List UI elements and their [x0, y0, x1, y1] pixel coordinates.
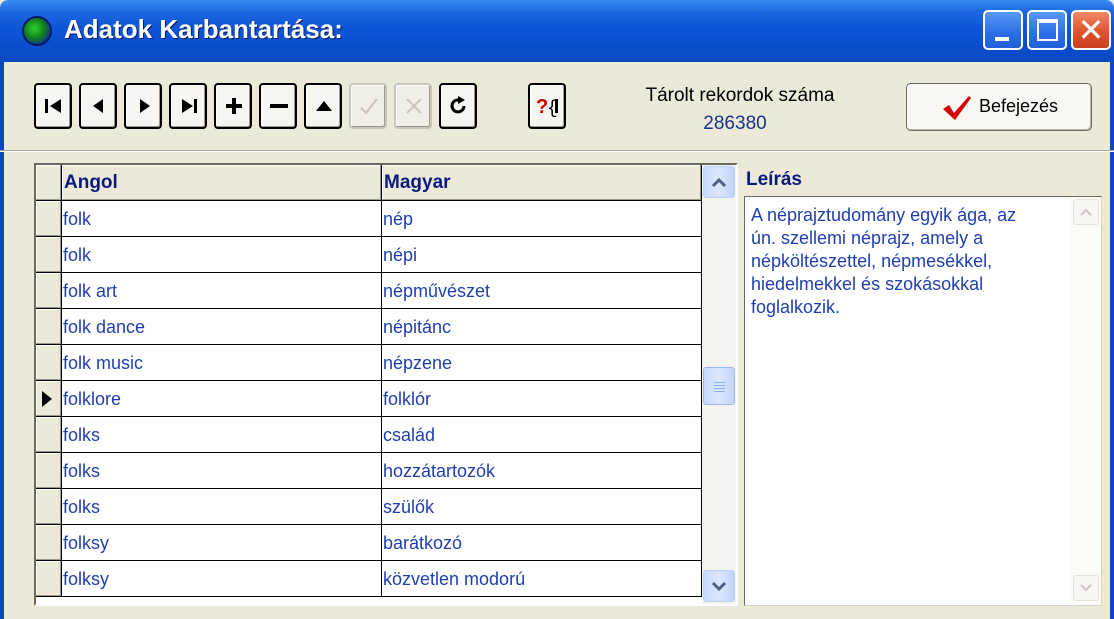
x-icon: [406, 98, 422, 114]
finish-button-label: Befejezés: [979, 96, 1059, 116]
chevron-down-icon: [1080, 584, 1092, 592]
cell-angol[interactable]: folks: [62, 453, 382, 489]
description-scroll-up-button[interactable]: [1073, 199, 1099, 225]
row-indicator[interactable]: [36, 309, 62, 345]
cell-magyar[interactable]: népzene: [382, 345, 702, 381]
toolbar-separator: [0, 150, 1114, 152]
delete-record-button[interactable]: [259, 83, 297, 129]
description-memo[interactable]: A néprajztudomány egyik ága, az ún. szel…: [744, 196, 1102, 606]
plus-icon: [226, 98, 242, 114]
row-indicator[interactable]: [36, 453, 62, 489]
main-window: Adatok Karbantartása: ✕ ?{ Tárolt rekord…: [0, 0, 1114, 619]
row-indicator[interactable]: [36, 489, 62, 525]
grip-line: [714, 391, 725, 392]
row-indicator[interactable]: [36, 417, 62, 453]
cell-magyar[interactable]: népitánc: [382, 309, 702, 345]
chevron-down-icon: [711, 581, 727, 592]
cell-magyar[interactable]: közvetlen modorú: [382, 561, 702, 597]
records-count-label: Tárolt rekordok száma: [645, 85, 835, 106]
grip-line: [714, 382, 725, 383]
close-button[interactable]: ✕: [1071, 10, 1111, 50]
description-scrollbar[interactable]: [1071, 197, 1101, 605]
cell-magyar[interactable]: népművészet: [382, 273, 702, 309]
current-row-pointer-icon: [42, 391, 52, 407]
cell-angol[interactable]: folklore: [62, 381, 382, 417]
app-globe-icon: [22, 16, 52, 46]
triangle-left-icon: [93, 99, 103, 113]
maximize-button[interactable]: [1027, 10, 1067, 50]
search-help-button[interactable]: ?{: [528, 83, 566, 129]
data-grid[interactable]: Angol Magyar folk nép folk népi folk art népm…: [34, 163, 738, 606]
cell-angol[interactable]: folksy: [62, 525, 382, 561]
column-header-magyar[interactable]: Magyar: [382, 165, 702, 201]
grip-line: [714, 385, 725, 386]
triangle-right-icon: [140, 99, 150, 113]
title-bar[interactable]: Adatok Karbantartása: ✕: [0, 0, 1114, 62]
cell-angol[interactable]: folks: [62, 489, 382, 525]
description-scroll-down-button[interactable]: [1073, 575, 1099, 601]
row-indicator[interactable]: [36, 525, 62, 561]
cell-angol[interactable]: folk music: [62, 345, 382, 381]
cell-magyar[interactable]: hozzátartozók: [382, 453, 702, 489]
minimize-icon: [995, 37, 1009, 41]
help-brace-icon: ?{: [536, 96, 558, 117]
checkmark-icon: [943, 96, 971, 120]
cell-magyar[interactable]: család: [382, 417, 702, 453]
finish-button[interactable]: Befejezés: [906, 83, 1092, 131]
last-record-button[interactable]: [169, 83, 207, 129]
scroll-down-button[interactable]: [703, 570, 735, 602]
cell-magyar[interactable]: népi: [382, 237, 702, 273]
cell-angol[interactable]: folksy: [62, 561, 382, 597]
row-indicator[interactable]: [36, 237, 62, 273]
minimize-button[interactable]: [983, 10, 1023, 50]
description-text[interactable]: A néprajztudomány egyik ága, az ún. szel…: [751, 204, 1069, 319]
cell-angol[interactable]: folk: [62, 237, 382, 273]
grip-line: [714, 388, 725, 389]
insert-record-button[interactable]: [214, 83, 252, 129]
edit-record-button[interactable]: [304, 83, 342, 129]
row-indicator[interactable]: [36, 381, 62, 417]
grid-vertical-scrollbar[interactable]: [702, 165, 736, 604]
triangle-up-icon: [316, 101, 332, 111]
refresh-button[interactable]: [439, 83, 477, 129]
window-frame-right: [1110, 62, 1114, 619]
refresh-icon: [450, 96, 466, 114]
minus-icon: [270, 104, 288, 108]
window-frame-left: [0, 62, 4, 619]
cell-angol[interactable]: folk: [62, 201, 382, 237]
description-label: Leírás: [746, 169, 802, 190]
scroll-thumb[interactable]: [703, 367, 735, 405]
cell-magyar[interactable]: szülők: [382, 489, 702, 525]
row-indicator[interactable]: [36, 345, 62, 381]
column-header-angol[interactable]: Angol: [62, 165, 382, 201]
first-record-button[interactable]: [34, 83, 72, 129]
check-icon: [360, 98, 378, 115]
chevron-up-icon: [711, 177, 727, 188]
cell-angol[interactable]: folks: [62, 417, 382, 453]
cell-magyar[interactable]: nép: [382, 201, 702, 237]
row-indicator[interactable]: [36, 561, 62, 597]
cell-angol[interactable]: folk art: [62, 273, 382, 309]
cell-magyar[interactable]: folklór: [382, 381, 702, 417]
chevron-up-icon: [1080, 208, 1092, 216]
row-indicator[interactable]: [36, 273, 62, 309]
records-count-value: 286380: [703, 113, 767, 134]
prior-record-button[interactable]: [79, 83, 117, 129]
skip-first-icon: [45, 99, 61, 113]
close-icon: ✕: [1077, 11, 1105, 49]
window-title: Adatok Karbantartása:: [64, 14, 343, 44]
next-record-button[interactable]: [124, 83, 162, 129]
row-indicator[interactable]: [36, 201, 62, 237]
cancel-record-button: [394, 83, 432, 129]
cell-angol[interactable]: folk dance: [62, 309, 382, 345]
skip-last-icon: [182, 99, 197, 113]
scroll-up-button[interactable]: [703, 166, 735, 198]
grid-corner: [36, 165, 62, 201]
maximize-icon: [1037, 19, 1058, 41]
post-record-button: [349, 83, 387, 129]
cell-magyar[interactable]: barátkozó: [382, 525, 702, 561]
